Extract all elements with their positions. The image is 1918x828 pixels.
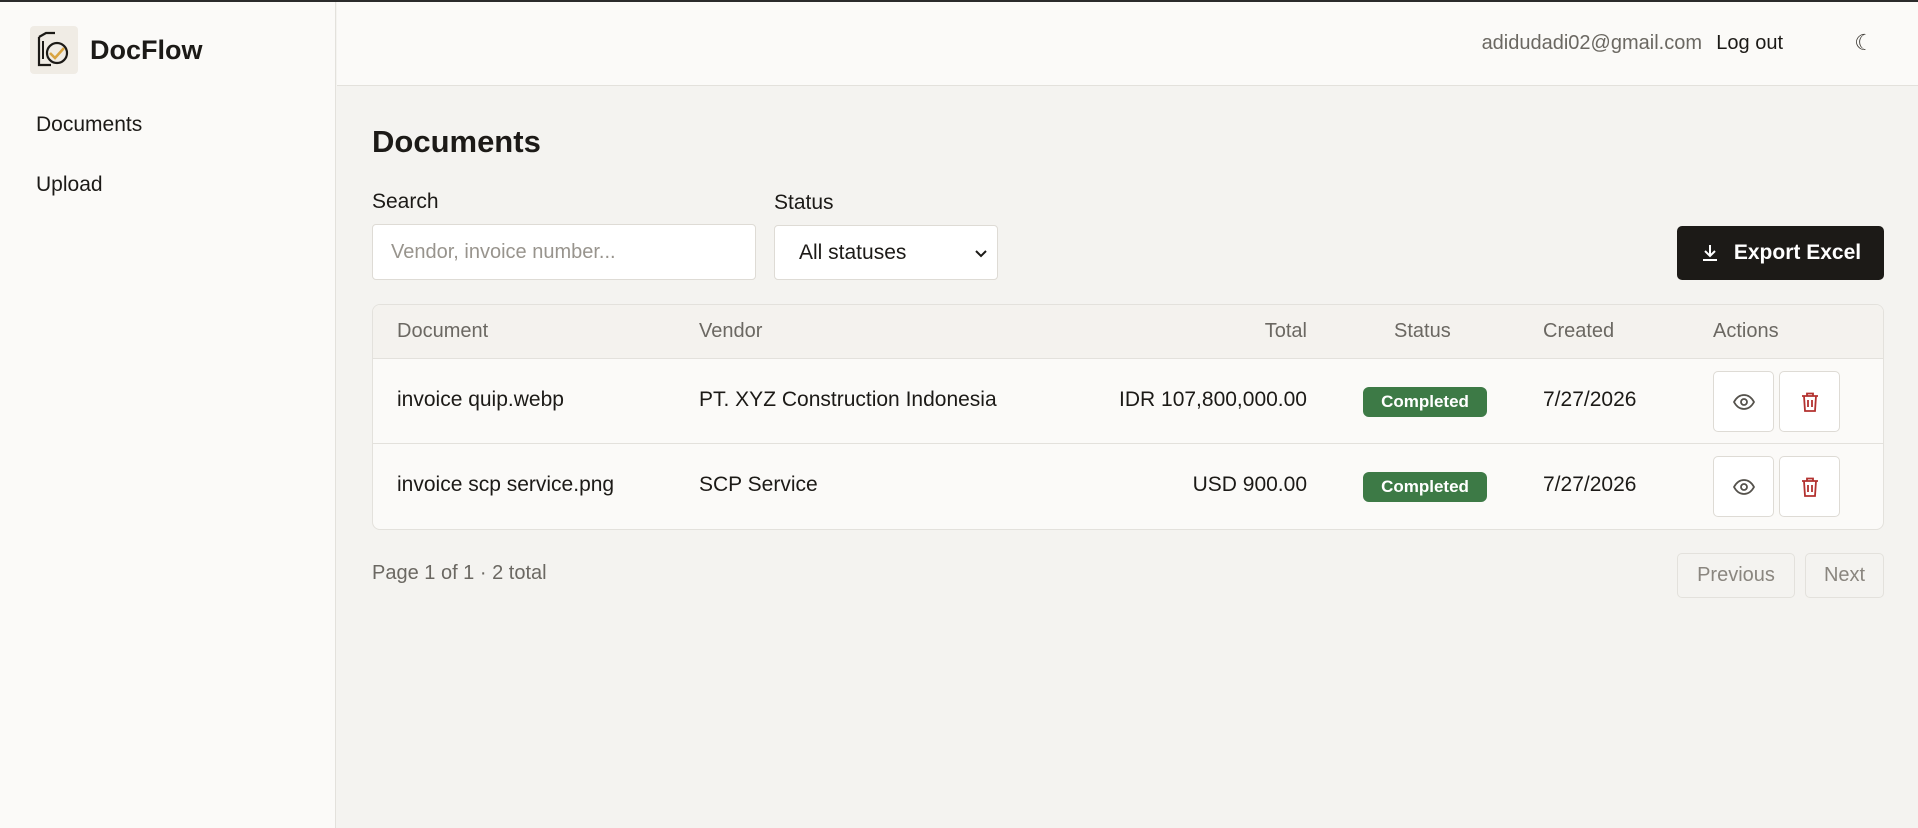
delete-button[interactable] bbox=[1779, 456, 1840, 517]
column-header-actions: Actions bbox=[1713, 320, 1779, 342]
column-header-document: Document bbox=[397, 320, 489, 342]
view-button[interactable] bbox=[1713, 456, 1774, 517]
column-header-status: Status bbox=[1394, 320, 1451, 342]
app-name: DocFlow bbox=[90, 34, 203, 65]
sidebar-item-documents[interactable]: Documents bbox=[36, 110, 142, 170]
total-amount: USD 900.00 bbox=[1192, 473, 1307, 496]
search-input[interactable] bbox=[372, 224, 756, 280]
top-header: adidudadi02@gmail.com Log out ☾ bbox=[337, 2, 1918, 86]
status-select-value: All statuses bbox=[799, 240, 907, 264]
table-row[interactable]: invoice quip.webp PT. XYZ Construction I… bbox=[373, 359, 1883, 444]
vendor-name: SCP Service bbox=[699, 473, 818, 496]
sidebar-nav: Documents Upload bbox=[36, 110, 142, 230]
user-email: adidudadi02@gmail.com bbox=[1481, 32, 1702, 54]
created-date: 7/27/2026 bbox=[1543, 473, 1637, 496]
search-label: Search bbox=[372, 190, 439, 213]
vendor-name: PT. XYZ Construction Indonesia bbox=[699, 388, 997, 411]
documents-table: Document Vendor Total Status Created Act… bbox=[372, 304, 1884, 530]
sidebar-item-upload[interactable]: Upload bbox=[36, 170, 142, 230]
trash-icon bbox=[1801, 477, 1818, 497]
column-header-vendor: Vendor bbox=[699, 320, 763, 342]
status-label: Status bbox=[774, 191, 834, 214]
brand[interactable]: DocFlow bbox=[30, 26, 203, 74]
table-row[interactable]: invoice scp service.png SCP Service USD … bbox=[373, 444, 1883, 529]
total-amount: IDR 107,800,000.00 bbox=[1119, 388, 1307, 411]
export-excel-label: Export Excel bbox=[1733, 241, 1862, 264]
docflow-logo-icon bbox=[30, 26, 78, 74]
sidebar: DocFlow Documents Upload bbox=[0, 2, 336, 828]
logout-button[interactable]: Log out bbox=[1716, 32, 1783, 55]
next-page-button[interactable]: Next bbox=[1805, 553, 1884, 598]
eye-icon bbox=[1732, 478, 1755, 495]
document-name: invoice scp service.png bbox=[397, 473, 615, 496]
status-select[interactable]: All statuses bbox=[774, 225, 998, 280]
document-name: invoice quip.webp bbox=[397, 388, 564, 411]
status-badge: Completed bbox=[1363, 387, 1487, 417]
pagination-info: Page 1 of 1 · 2 total bbox=[372, 562, 547, 584]
page-title: Documents bbox=[372, 124, 541, 159]
delete-button[interactable] bbox=[1779, 371, 1840, 432]
view-button[interactable] bbox=[1713, 371, 1774, 432]
column-header-total: Total bbox=[1264, 320, 1307, 342]
status-badge: Completed bbox=[1363, 472, 1487, 502]
eye-icon bbox=[1732, 393, 1755, 410]
download-icon bbox=[1702, 245, 1717, 261]
table-header: Document Vendor Total Status Created Act… bbox=[373, 305, 1883, 359]
export-excel-button[interactable]: Export Excel bbox=[1677, 226, 1884, 280]
column-header-created: Created bbox=[1543, 320, 1615, 342]
chevron-down-icon bbox=[975, 250, 987, 258]
previous-page-button[interactable]: Previous bbox=[1677, 553, 1795, 598]
created-date: 7/27/2026 bbox=[1543, 388, 1637, 411]
trash-icon bbox=[1801, 392, 1818, 412]
moon-icon[interactable]: ☾ bbox=[1854, 30, 1874, 56]
